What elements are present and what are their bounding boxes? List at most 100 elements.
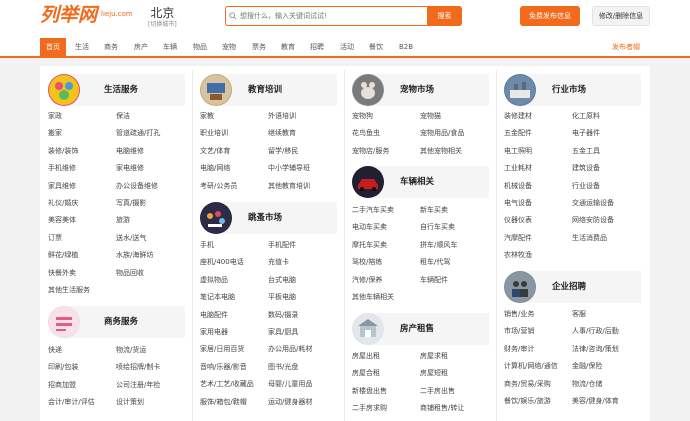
category-link[interactable]: 考研/公务员 <box>200 181 237 191</box>
category-link[interactable]: 电脑维修 <box>116 146 144 156</box>
category-link[interactable]: 家教 <box>200 111 214 121</box>
category-link[interactable]: 装修/装饰 <box>48 146 78 156</box>
category-link[interactable]: 二手房求购 <box>352 403 387 413</box>
category-link[interactable]: 留学/移民 <box>268 146 298 156</box>
category-link[interactable]: 宠物猫 <box>420 111 441 121</box>
category-link[interactable]: 市场/营销 <box>504 326 534 336</box>
category-link[interactable]: 美容美体 <box>48 215 76 225</box>
category-link[interactable]: 其他教育培训 <box>268 181 310 191</box>
nav-item-education[interactable]: 教育 <box>281 38 295 56</box>
category-link[interactable]: 物流/货运 <box>116 345 146 355</box>
category-link[interactable]: 笔记本电脑 <box>200 292 235 302</box>
category-link[interactable]: 机械设备 <box>504 181 532 191</box>
category-link[interactable]: 汽摩配件 <box>504 233 532 243</box>
category-link[interactable]: 家具/厨具 <box>268 327 298 337</box>
category-link[interactable]: 化工原料 <box>572 111 600 121</box>
category-link[interactable]: 虚拟物品 <box>200 275 228 285</box>
category-link[interactable]: 客服 <box>572 309 586 319</box>
category-link[interactable]: 宠物用品/食品 <box>420 128 464 138</box>
nav-item-goods[interactable]: 物品 <box>193 38 207 56</box>
section-header-market[interactable]: 跳蚤市场 <box>200 202 337 234</box>
category-link[interactable]: 新车买卖 <box>420 205 448 215</box>
category-link[interactable]: 办公设备维修 <box>116 181 158 191</box>
category-link[interactable]: 中小学辅导班 <box>268 163 310 173</box>
category-link[interactable]: 房屋出租 <box>352 351 380 361</box>
nav-item-business[interactable]: 商务 <box>104 38 118 56</box>
category-link[interactable]: 行业设备 <box>572 181 600 191</box>
category-link[interactable]: 会计/审计/评估 <box>48 397 95 407</box>
nav-item-property[interactable]: 房产 <box>134 38 148 56</box>
search-button[interactable]: 搜索 <box>427 6 462 26</box>
category-link[interactable]: 办公用品/耗材 <box>268 344 312 354</box>
edit-delete-info-button[interactable]: 修改/删除信息 <box>592 6 650 26</box>
section-header-business[interactable]: 商务服务 <box>48 306 185 338</box>
category-link[interactable]: 网络安防设备 <box>572 215 614 225</box>
nav-item-tickets[interactable]: 票务 <box>252 38 266 56</box>
category-link[interactable]: 五金工具 <box>572 146 600 156</box>
category-link[interactable]: 工业耗材 <box>504 163 532 173</box>
category-link[interactable]: 台式电脑 <box>268 275 296 285</box>
category-link[interactable]: 新楼盘出售 <box>352 386 387 396</box>
category-link[interactable]: 送水/送气 <box>116 233 146 243</box>
category-link[interactable]: 销售/业务 <box>504 309 534 319</box>
category-link[interactable]: 房屋合租 <box>352 368 380 378</box>
category-link[interactable]: 花鸟鱼虫 <box>352 128 380 138</box>
category-link[interactable]: 继续教育 <box>268 128 296 138</box>
category-link[interactable]: 金融/保险 <box>572 361 602 371</box>
category-link[interactable]: 手机配件 <box>268 240 296 250</box>
category-link[interactable]: 公司注册/年检 <box>116 380 160 390</box>
section-header-vehicles[interactable]: 车辆相关 <box>352 166 489 198</box>
category-link[interactable]: 房屋短租 <box>420 368 448 378</box>
category-link[interactable]: 驾校/陪练 <box>352 257 382 267</box>
category-link[interactable]: 拼车/顺风车 <box>420 240 457 250</box>
category-link[interactable]: 服饰/箱包/鞋帽 <box>200 397 247 407</box>
category-link[interactable]: 职业培训 <box>200 128 228 138</box>
category-link[interactable]: 订票 <box>48 233 62 243</box>
category-link[interactable]: 二手房出售 <box>420 386 455 396</box>
category-link[interactable]: 生活消费品 <box>572 233 607 243</box>
category-link[interactable]: 租车/代驾 <box>420 257 450 267</box>
category-link[interactable]: 电工照明 <box>504 146 532 156</box>
category-link[interactable]: 宠物狗 <box>352 111 373 121</box>
category-link[interactable]: 二手汽车买卖 <box>352 205 394 215</box>
category-link[interactable]: 喷绘招牌/制卡 <box>116 362 160 372</box>
category-link[interactable]: 其他生活服务 <box>48 285 90 295</box>
section-header-education[interactable]: 教育培训 <box>200 74 337 106</box>
category-link[interactable]: 建筑设备 <box>572 163 600 173</box>
category-link[interactable]: 物流/仓储 <box>572 379 602 389</box>
category-link[interactable]: 其他宠物相关 <box>420 146 462 156</box>
category-link[interactable]: 数码/摄录 <box>268 310 298 320</box>
category-link[interactable]: 房屋求租 <box>420 351 448 361</box>
category-link[interactable]: 礼仪/婚庆 <box>48 198 78 208</box>
category-link[interactable]: 文艺/体育 <box>200 146 230 156</box>
category-link[interactable]: 管道疏通/打孔 <box>116 128 160 138</box>
category-link[interactable]: 宠物店/服务 <box>352 146 389 156</box>
nav-item-life[interactable]: 生活 <box>75 38 89 56</box>
category-link[interactable]: 搬家 <box>48 128 62 138</box>
nav-item-events[interactable]: 活动 <box>340 38 354 56</box>
category-link[interactable]: 旅游 <box>116 215 130 225</box>
category-link[interactable]: 家政 <box>48 111 62 121</box>
category-link[interactable]: 汽修/保养 <box>352 275 382 285</box>
category-link[interactable]: 艺术/工艺/收藏品 <box>200 379 254 389</box>
nav-item-b2b[interactable]: B2B <box>399 38 413 56</box>
category-link[interactable]: 设计策划 <box>116 397 144 407</box>
category-link[interactable]: 电子器件 <box>572 128 600 138</box>
category-link[interactable]: 农林牧渔 <box>504 250 532 260</box>
category-link[interactable]: 电脑配件 <box>200 310 228 320</box>
category-link[interactable]: 写真/摄影 <box>116 198 146 208</box>
category-link[interactable]: 财务/审计 <box>504 344 534 354</box>
category-link[interactable]: 交通运输设备 <box>572 198 614 208</box>
category-link[interactable]: 手机 <box>200 240 214 250</box>
category-link[interactable]: 保洁 <box>116 111 130 121</box>
category-link[interactable]: 商务/贸易/采购 <box>504 379 551 389</box>
search-input[interactable] <box>225 6 427 26</box>
category-link[interactable]: 法律/咨询/策划 <box>572 344 619 354</box>
category-link[interactable]: 商铺租售/转让 <box>420 403 464 413</box>
category-link[interactable]: 家用电器 <box>200 327 228 337</box>
category-link[interactable]: 外语培训 <box>268 111 296 121</box>
category-link[interactable]: 充值卡 <box>268 257 289 267</box>
category-link[interactable]: 车辆配件 <box>420 275 448 285</box>
city-selector[interactable]: 北京 [切换城市] <box>148 6 177 29</box>
category-link[interactable]: 水族/海鲜坊 <box>116 250 153 260</box>
